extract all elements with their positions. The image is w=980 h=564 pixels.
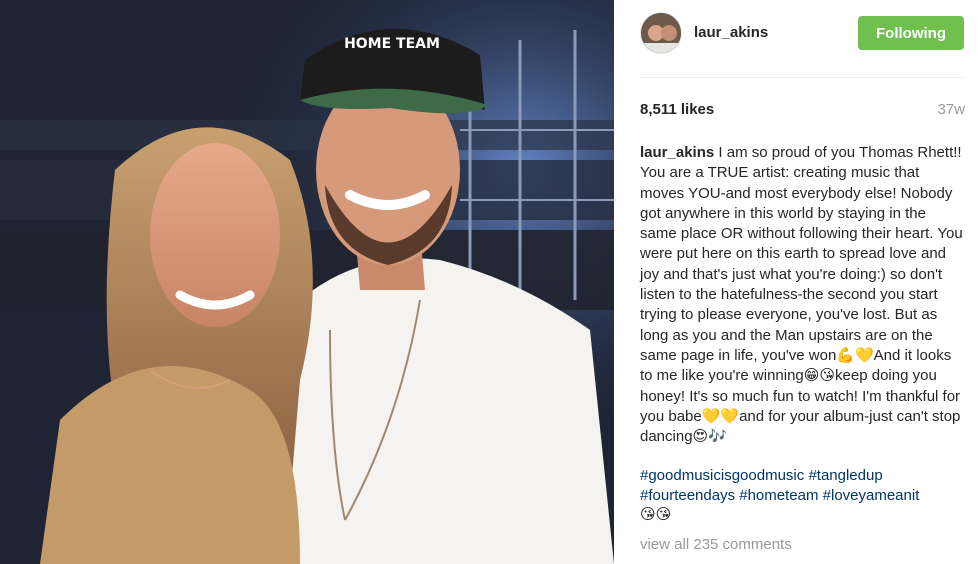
hashtag-tangledup[interactable]: #tangledup — [808, 467, 882, 484]
trailing-emoji: 😘😘 — [640, 505, 672, 523]
following-button[interactable]: Following — [858, 16, 964, 50]
likes-count[interactable]: 8,511 likes — [640, 101, 714, 118]
hashtag-loveyameanit[interactable]: #loveyameanit — [823, 487, 920, 504]
avatar-image — [641, 13, 681, 53]
post-username[interactable]: laur_akins — [694, 24, 768, 41]
hashtags: #goodmusicisgoodmusic #tangledup #fourte… — [640, 466, 970, 507]
caption-text: I am so proud of you Thomas Rhett!! You … — [640, 144, 963, 446]
hat-lettering: HOME TEAM — [344, 36, 440, 52]
post-side-panel: laur_akins Following 8,511 likes 37w lau… — [614, 0, 980, 564]
avatar[interactable] — [640, 12, 682, 54]
header-divider — [640, 77, 966, 78]
hashtag-hometeam[interactable]: #hometeam — [739, 487, 818, 504]
caption-username[interactable]: laur_akins — [640, 144, 714, 161]
caption: laur_akins I am so proud of you Thomas R… — [640, 143, 966, 447]
hashtag-goodmusicisgoodmusic[interactable]: #goodmusicisgoodmusic — [640, 467, 804, 484]
post-photo-illustration: HOME TEAM — [0, 0, 614, 564]
post-time[interactable]: 37w — [937, 101, 965, 118]
view-comments-link[interactable]: view all 235 comments — [640, 536, 792, 553]
post-photo[interactable]: HOME TEAM — [0, 0, 614, 564]
hashtag-fourteendays[interactable]: #fourteendays — [640, 487, 735, 504]
